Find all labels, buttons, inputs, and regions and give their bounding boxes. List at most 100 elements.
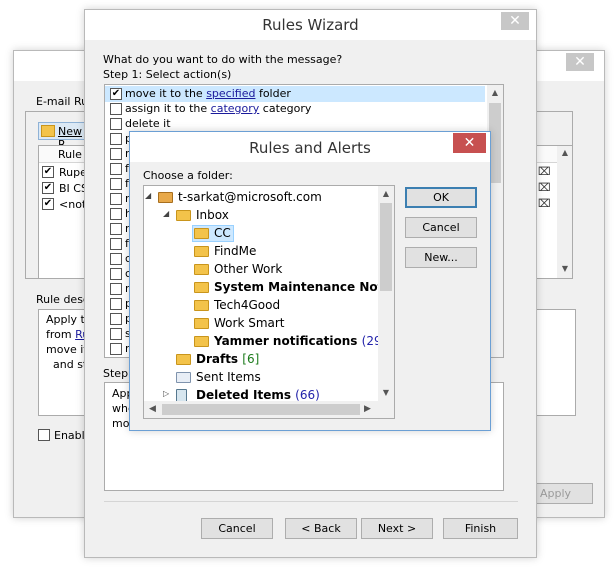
scroll-down-icon[interactable]: ▼	[557, 264, 572, 273]
wizard-step1: Step 1: Select action(s)	[103, 68, 232, 81]
action-checkbox[interactable]	[110, 163, 122, 175]
rules-column-rule[interactable]: Rule	[58, 148, 82, 161]
rule-desc-text: from	[46, 328, 76, 341]
mailbox-icon	[158, 192, 173, 203]
scroll-up-icon[interactable]: ▲	[487, 88, 503, 97]
tree-item[interactable]: Drafts [6]	[144, 351, 376, 368]
wizard-question: What do you want to do with the message?	[103, 53, 343, 66]
action-checkbox[interactable]	[110, 238, 122, 250]
action-checkbox[interactable]	[110, 313, 122, 325]
action-checkbox[interactable]	[110, 148, 122, 160]
close-icon[interactable]: ✕	[501, 12, 529, 30]
folder-icon	[194, 318, 209, 329]
action-checkbox[interactable]	[110, 133, 122, 145]
drafts-icon	[176, 354, 191, 365]
next-button[interactable]: Next >	[361, 518, 433, 539]
wizard-title: Rules Wizard	[262, 16, 359, 34]
rule-options-icon[interactable]: ⌧	[538, 196, 554, 212]
unread-count: [6]	[242, 352, 260, 366]
cancel-button[interactable]: Cancel	[201, 518, 273, 539]
rule-label: <not	[59, 198, 87, 211]
scroll-up-icon[interactable]: ▲	[378, 189, 394, 198]
tree-item-label: CC	[214, 226, 231, 240]
action-label: delete it	[125, 117, 171, 130]
choose-folder-dialog: Rules and Alerts ✕ Choose a folder: ◢ t-s…	[129, 131, 491, 431]
scroll-thumb[interactable]	[380, 203, 392, 291]
tree-item[interactable]: Sent Items	[144, 369, 376, 386]
scroll-left-icon[interactable]: ◀	[149, 404, 156, 414]
folder-tree: ◢ t-sarkat@microsoft.com ◢ Inbox CC FindMe Oth…	[143, 185, 395, 419]
folder-dialog-title: Rules and Alerts	[249, 139, 371, 157]
action-item[interactable]: assign it to the category category	[108, 102, 486, 117]
new-folder-button[interactable]: New...	[405, 247, 477, 268]
action-checkbox[interactable]	[110, 223, 122, 235]
scroll-corner	[378, 401, 394, 418]
new-rule-icon	[41, 125, 55, 137]
action-link[interactable]: specified	[206, 87, 255, 100]
close-icon[interactable]: ✕	[566, 53, 594, 71]
close-icon[interactable]: ✕	[453, 133, 486, 153]
action-item[interactable]: ✔ move it to the specified folder	[108, 87, 486, 102]
back-button[interactable]: < Back	[285, 518, 357, 539]
folder-icon	[194, 264, 209, 275]
tree-item[interactable]: System Maintenance Notifi	[144, 279, 394, 296]
tree-item[interactable]: Other Work	[144, 261, 376, 278]
tree-item[interactable]: FindMe	[144, 243, 376, 260]
action-checkbox[interactable]	[110, 178, 122, 190]
action-checkbox[interactable]	[110, 193, 122, 205]
folder-icon	[194, 246, 209, 257]
tree-hscrollbar[interactable]: ◀ ▶	[144, 401, 378, 418]
action-checkbox[interactable]	[110, 328, 122, 340]
collapse-icon[interactable]: ◢	[145, 191, 151, 200]
tree-item[interactable]: ◢ t-sarkat@microsoft.com	[144, 189, 376, 206]
rule-options-icon[interactable]: ⌧	[538, 180, 554, 196]
scroll-thumb[interactable]	[162, 404, 360, 415]
action-label: assign it to the category category	[125, 102, 312, 115]
tree-item[interactable]: Tech4Good	[144, 297, 376, 314]
wizard-step2: Step	[103, 367, 129, 380]
action-checkbox[interactable]	[110, 343, 122, 355]
action-checkbox[interactable]: ✔	[110, 88, 122, 100]
inbox-icon	[176, 210, 191, 221]
tree-item-label: Other Work	[214, 262, 283, 276]
tree-item[interactable]: ◢ Inbox	[144, 207, 376, 224]
tree-item-label: t-sarkat@microsoft.com	[178, 190, 322, 204]
finish-button[interactable]: Finish	[443, 518, 518, 539]
rule-label: Rupe	[59, 166, 87, 179]
rule-checkbox[interactable]: ✔	[42, 166, 54, 178]
scroll-right-icon[interactable]: ▶	[364, 404, 371, 414]
action-checkbox[interactable]	[110, 118, 122, 130]
action-checkbox[interactable]	[110, 208, 122, 220]
tree-vscrollbar[interactable]: ▲ ▼	[378, 186, 394, 401]
action-checkbox[interactable]	[110, 103, 122, 115]
sent-items-icon	[176, 372, 191, 383]
rule-options-icon[interactable]: ⌧	[538, 164, 554, 180]
folder-icon	[194, 282, 209, 293]
action-link[interactable]: category	[211, 102, 260, 115]
action-label: move it to the specified folder	[125, 87, 291, 100]
folder-cancel-button[interactable]: Cancel	[405, 217, 477, 238]
tree-item[interactable]: Yammer notifications (29)	[144, 333, 386, 350]
action-checkbox[interactable]	[110, 298, 122, 310]
rule-checkbox[interactable]: ✔	[42, 198, 54, 210]
enable-checkbox[interactable]	[38, 429, 50, 441]
scroll-up-icon[interactable]: ▲	[557, 148, 572, 157]
rules-scrollbar[interactable]: ▲ ▼	[557, 146, 572, 278]
action-item[interactable]: delete it	[108, 117, 486, 132]
action-checkbox[interactable]	[110, 253, 122, 265]
tree-item[interactable]: Work Smart	[144, 315, 376, 332]
ok-button[interactable]: OK	[405, 187, 477, 208]
expand-icon[interactable]: ▷	[163, 389, 169, 398]
rule-description-label: Rule desc	[36, 293, 89, 306]
folder-dialog-titlebar: Rules and Alerts	[130, 132, 490, 162]
action-checkbox[interactable]	[110, 268, 122, 280]
wizard-titlebar: Rules Wizard	[85, 10, 536, 40]
action-checkbox[interactable]	[110, 283, 122, 295]
new-rule-button[interactable]: New R	[38, 122, 88, 151]
tree-item-label: Tech4Good	[214, 298, 281, 312]
tree-item[interactable]: CC	[144, 225, 376, 242]
tree-item-label: Deleted Items (66)	[196, 388, 320, 402]
rule-checkbox[interactable]: ✔	[42, 182, 54, 194]
collapse-icon[interactable]: ◢	[163, 209, 169, 218]
scroll-down-icon[interactable]: ▼	[378, 388, 394, 397]
